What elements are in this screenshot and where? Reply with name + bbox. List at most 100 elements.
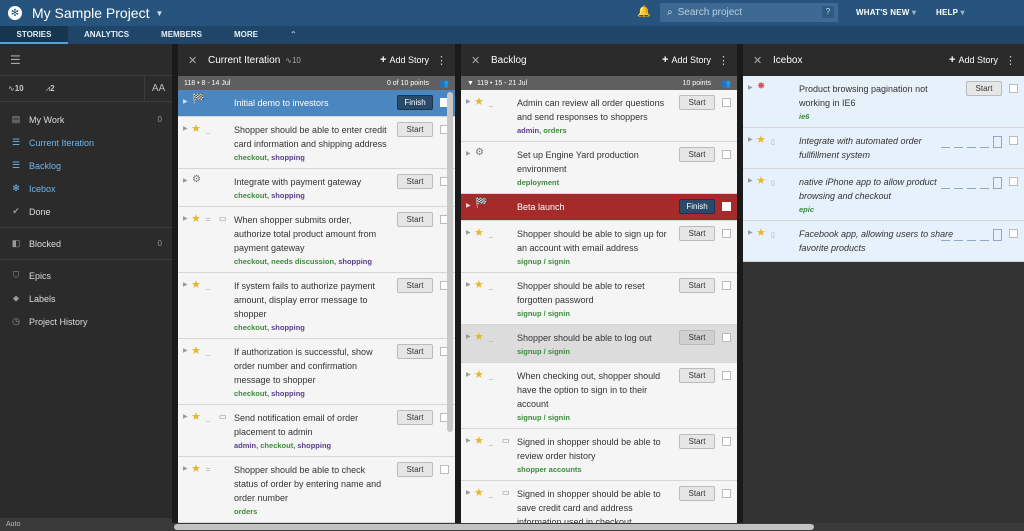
select-checkbox[interactable]	[722, 281, 731, 290]
notifications-bell-icon[interactable]: 🔔	[637, 5, 651, 18]
tab-analytics[interactable]: ANALYTICS	[68, 26, 145, 44]
start-button[interactable]: Start	[679, 95, 715, 110]
sidebar-item-my-work[interactable]: ▤ My Work 0	[0, 108, 172, 131]
expand-icon[interactable]: ▶	[183, 98, 188, 105]
story-item[interactable]: ▶ ★ _ ▭ Signed in shopper should be able…	[461, 429, 737, 481]
expand-icon[interactable]: ▶	[466, 437, 471, 444]
start-button[interactable]: Start	[679, 434, 715, 449]
expand-icon[interactable]: ▶	[466, 371, 471, 378]
start-button[interactable]: Start	[679, 330, 715, 345]
select-checkbox[interactable]	[722, 489, 731, 498]
expand-icon[interactable]: ▶	[183, 281, 188, 288]
tracker-logo-icon[interactable]: ✻	[8, 6, 22, 20]
story-item[interactable]: ▶ ★ _ If system fails to authorize payme…	[178, 273, 455, 339]
team-icon[interactable]: 👥	[439, 79, 449, 88]
select-checkbox[interactable]	[722, 371, 731, 380]
horizontal-scrollbar[interactable]	[172, 523, 1024, 531]
finish-button[interactable]: Finish	[397, 95, 433, 110]
start-button[interactable]: Start	[397, 174, 433, 189]
story-item[interactable]: ▶ ★ _ Shopper should be able to log out …	[461, 325, 737, 363]
collapse-icon[interactable]: ▼	[467, 80, 474, 87]
start-button[interactable]: Start	[397, 462, 433, 477]
sidebar-item-project-history[interactable]: ◷ Project History	[0, 310, 172, 333]
story-item[interactable]: ▶ ★ _ Admin can review all order questio…	[461, 90, 737, 142]
expand-icon[interactable]: ▶	[183, 125, 188, 132]
sidebar-item-backlog[interactable]: ☰ Backlog	[0, 154, 172, 177]
story-item[interactable]: ▶ ⚙ Set up Engine Yard production enviro…	[461, 142, 737, 194]
start-button[interactable]: Start	[679, 368, 715, 383]
start-button[interactable]: Start	[397, 212, 433, 227]
start-button[interactable]: Start	[966, 81, 1002, 96]
story-item[interactable]: ▶ ★ _ Shopper should be able to reset fo…	[461, 273, 737, 325]
whats-new-menu[interactable]: WHAT'S NEW ▾	[856, 8, 916, 17]
select-checkbox[interactable]	[722, 98, 731, 107]
more-menu-icon[interactable]: ⋮	[436, 54, 447, 67]
select-checkbox[interactable]	[1009, 229, 1018, 238]
estimate-selector[interactable]	[941, 229, 1002, 241]
text-size-button[interactable]: AA	[144, 76, 172, 102]
tab-more[interactable]: MORE	[218, 26, 274, 44]
story-item[interactable]: ▶ ✸ Product browsing pagination not work…	[743, 76, 1024, 128]
add-story-button[interactable]: + Add Story	[662, 54, 711, 66]
story-item[interactable]: ▶ ★ _ ▭ Send notification email of order…	[178, 405, 455, 457]
select-checkbox[interactable]	[722, 150, 731, 159]
select-checkbox[interactable]	[1009, 177, 1018, 186]
expand-icon[interactable]: ▶	[466, 150, 471, 157]
story-item[interactable]: ▶ ⚙ Integrate with payment gateway check…	[178, 169, 455, 207]
more-menu-icon[interactable]: ⋮	[1005, 54, 1016, 67]
start-button[interactable]: Start	[679, 147, 715, 162]
start-button[interactable]: Start	[397, 410, 433, 425]
expand-icon[interactable]: ▶	[466, 229, 471, 236]
story-release[interactable]: ▶ 🏁 Beta launch Finish	[461, 194, 737, 221]
search-help-button[interactable]: ?	[822, 6, 834, 18]
auto-mode-toggle[interactable]: Auto	[6, 521, 20, 528]
start-button[interactable]: Start	[397, 122, 433, 137]
sidebar-item-labels[interactable]: ⬥ Labels	[0, 287, 172, 310]
select-checkbox[interactable]	[1009, 84, 1018, 93]
select-checkbox[interactable]	[722, 333, 731, 342]
expand-icon[interactable]: ▶	[748, 84, 753, 91]
sidebar-item-done[interactable]: ✔ Done	[0, 200, 172, 223]
sidebar-item-icebox[interactable]: ✻ Icebox	[0, 177, 172, 200]
expand-icon[interactable]: ▶	[466, 202, 471, 209]
expand-icon[interactable]: ▶	[466, 333, 471, 340]
search-input[interactable]	[677, 7, 818, 18]
story-item[interactable]: ▶ ★ ▯ native iPhone app to allow product…	[743, 169, 1024, 221]
sidebar-item-blocked[interactable]: ◧ Blocked 0	[0, 232, 172, 255]
expand-icon[interactable]: ▶	[183, 413, 188, 420]
expand-icon[interactable]: ▶	[183, 465, 188, 472]
sidebar-item-epics[interactable]: ⛉ Epics	[0, 264, 172, 287]
team-icon[interactable]: 👥	[721, 79, 731, 88]
more-menu-icon[interactable]: ⋮	[718, 54, 729, 67]
add-story-button[interactable]: + Add Story	[949, 54, 998, 66]
close-panel-icon[interactable]: ✕	[471, 54, 489, 67]
project-title[interactable]: My Sample Project	[32, 5, 149, 21]
expand-icon[interactable]: ▶	[466, 281, 471, 288]
estimate-selector[interactable]	[941, 136, 1002, 148]
story-item[interactable]: ▶ ★ _ Shopper should be able to sign up …	[461, 221, 737, 273]
story-release[interactable]: ▶ 🏁 Initial demo to investors Finish	[178, 90, 455, 117]
collapse-header-icon[interactable]: ⌃	[274, 26, 313, 44]
expand-icon[interactable]: ▶	[183, 177, 188, 184]
select-checkbox[interactable]	[722, 437, 731, 446]
story-item[interactable]: ▶ ★ = ▭ When shopper submits order, auth…	[178, 207, 455, 273]
start-button[interactable]: Start	[679, 226, 715, 241]
story-item[interactable]: ▶ ★ _ Shopper should be able to enter cr…	[178, 117, 455, 169]
select-checkbox[interactable]	[440, 465, 449, 474]
add-story-button[interactable]: + Add Story	[380, 54, 429, 66]
start-button[interactable]: Start	[397, 344, 433, 359]
expand-icon[interactable]: ▶	[466, 489, 471, 496]
story-item[interactable]: ▶ ★ _ If authorization is successful, sh…	[178, 339, 455, 405]
tab-stories[interactable]: STORIES	[0, 26, 68, 44]
tab-members[interactable]: MEMBERS	[145, 26, 218, 44]
select-checkbox[interactable]	[1009, 136, 1018, 145]
select-checkbox[interactable]	[722, 202, 731, 211]
story-item[interactable]: ▶ ★ ▯ Integrate with automated order ful…	[743, 128, 1024, 169]
expand-icon[interactable]: ▶	[748, 136, 753, 143]
story-item[interactable]: ▶ ★ = Shopper should be able to check st…	[178, 457, 455, 523]
project-dropdown-caret-icon[interactable]: ▼	[155, 9, 163, 18]
start-button[interactable]: Start	[679, 486, 715, 501]
select-checkbox[interactable]	[722, 229, 731, 238]
story-item[interactable]: ▶ ★ ▯ Facebook app, allowing users to sh…	[743, 221, 1024, 262]
estimate-selector[interactable]	[941, 177, 1002, 189]
